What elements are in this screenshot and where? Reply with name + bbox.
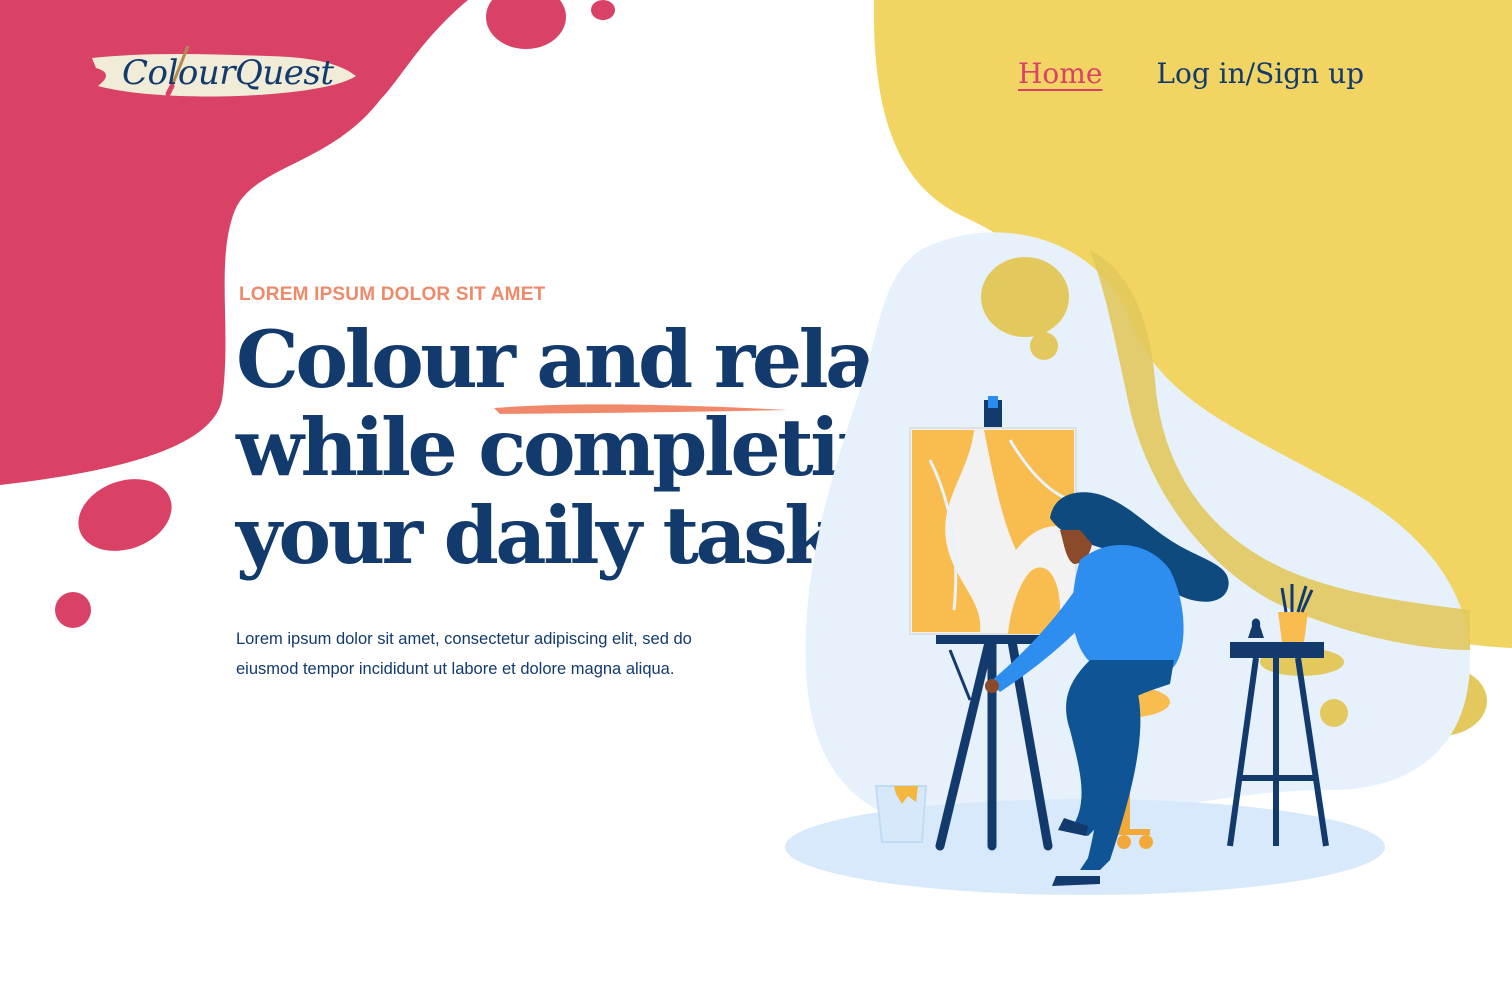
- pink-drop-shape: [486, 0, 566, 49]
- nav-home-link[interactable]: Home: [1018, 52, 1102, 96]
- woman-painting-illustration: [785, 232, 1470, 895]
- nav-login-signup-link[interactable]: Log in/Sign up: [1156, 52, 1364, 96]
- hero-eyebrow: LOREM IPSUM DOLOR SIT AMET: [239, 284, 546, 305]
- pink-oval-shape: [78, 479, 172, 551]
- pink-dot-shape: [591, 0, 615, 20]
- yellow-small-dot-shape: [1320, 699, 1348, 727]
- hero-description: Lorem ipsum dolor sit amet, consectetur …: [236, 630, 692, 678]
- side-table-top-shape: [1230, 642, 1324, 658]
- logo[interactable]: ColourQuest: [88, 42, 360, 100]
- main-nav: Home Log in/Sign up: [1018, 52, 1364, 96]
- yellow-thought-bubble-shape: [981, 257, 1069, 337]
- pink-small-circle-shape: [55, 592, 91, 628]
- logo-text: ColourQuest: [122, 53, 334, 93]
- yellow-thought-dot-shape: [1030, 332, 1058, 360]
